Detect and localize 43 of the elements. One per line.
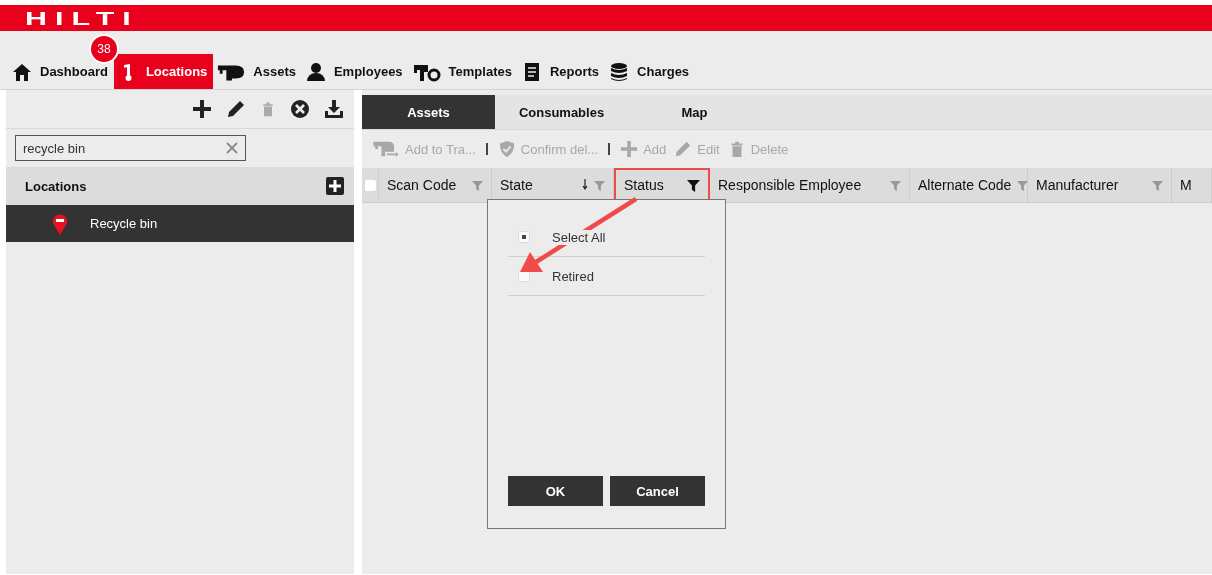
column-title: Alternate Code xyxy=(918,177,1012,193)
drill-transfer-icon xyxy=(372,140,400,158)
column-title: State xyxy=(500,177,534,193)
filter-icon[interactable] xyxy=(687,178,700,192)
home-icon xyxy=(12,61,32,82)
tab[interactable]: Map xyxy=(628,95,761,129)
checkbox[interactable] xyxy=(518,231,530,243)
pencil-icon xyxy=(674,140,693,158)
column-title: Responsible Employee xyxy=(718,177,863,193)
nav-tab[interactable]: Templates xyxy=(408,54,518,89)
coin-stack-icon xyxy=(609,61,630,82)
add-square-icon[interactable] xyxy=(326,177,344,195)
tab[interactable]: Consumables xyxy=(495,95,628,129)
tree-item[interactable]: Recycle bin xyxy=(6,205,354,242)
nav-tab[interactable]: Locations xyxy=(113,54,214,89)
nav-tab[interactable]: Charges xyxy=(605,54,696,89)
add-icon[interactable] xyxy=(192,99,212,119)
nav-tab[interactable]: Employees xyxy=(301,54,409,89)
nav-tab[interactable]: Reports xyxy=(517,54,606,89)
search-field[interactable]: recycle bin xyxy=(15,135,246,161)
dialog-button[interactable]: Cancel xyxy=(610,476,705,506)
option-label: Select All xyxy=(550,229,608,245)
count-badge: 38 xyxy=(88,34,119,64)
clear-icon[interactable] xyxy=(226,142,238,154)
tab[interactable]: Assets xyxy=(362,95,495,129)
column-title: M xyxy=(1180,177,1193,193)
shield-check-icon xyxy=(497,140,516,158)
select-all-checkbox[interactable] xyxy=(364,179,376,191)
add-icon xyxy=(620,140,639,158)
dialog-button[interactable]: OK xyxy=(508,476,603,506)
cancel-icon[interactable] xyxy=(290,99,310,119)
person-icon xyxy=(305,61,326,82)
tree-header-label: Locations xyxy=(25,178,87,194)
column-header[interactable]: Manufacturer xyxy=(1028,168,1172,202)
column-header[interactable]: M xyxy=(1172,168,1212,202)
pencil-icon[interactable] xyxy=(226,99,246,119)
column-title: Manufacturer xyxy=(1036,177,1120,193)
download-icon[interactable] xyxy=(324,99,344,119)
column-header[interactable]: Alternate Code xyxy=(910,168,1028,202)
column-title: Scan Code xyxy=(387,177,458,193)
logo: HILTI xyxy=(25,8,139,28)
column-title: Status xyxy=(624,177,665,193)
nav-tab[interactable]: Assets xyxy=(213,54,302,89)
